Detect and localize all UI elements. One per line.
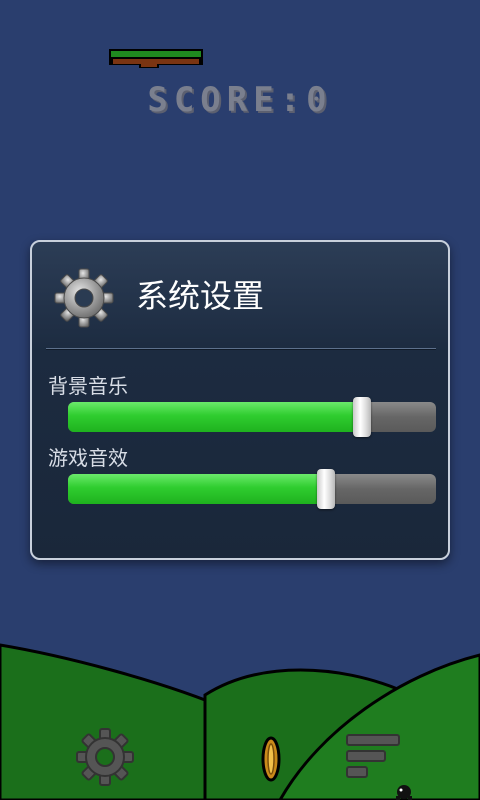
bgm-volume-slider[interactable] — [68, 397, 436, 437]
creature-icon — [396, 785, 412, 800]
slider-fill — [68, 474, 326, 504]
sfx-label: 游戏音效 — [48, 446, 128, 470]
divider — [46, 348, 436, 350]
dialog-title: 系统设置 — [136, 277, 265, 315]
hills-background — [0, 643, 480, 800]
score-label: SCORE:0 — [147, 80, 333, 120]
coin-icon[interactable] — [259, 735, 283, 783]
slider-thumb[interactable] — [317, 469, 335, 509]
sfx-volume-slider[interactable] — [68, 469, 436, 509]
settings-dialog: 系统设置 背景音乐 游戏音效 — [30, 240, 450, 560]
settings-gear-icon[interactable] — [75, 727, 135, 787]
gear-icon — [54, 268, 114, 328]
leaderboard-icon[interactable] — [345, 733, 405, 783]
slider-thumb[interactable] — [353, 397, 371, 437]
floating-platform — [109, 49, 203, 68]
bgm-label: 背景音乐 — [48, 374, 128, 398]
slider-fill — [68, 402, 362, 432]
